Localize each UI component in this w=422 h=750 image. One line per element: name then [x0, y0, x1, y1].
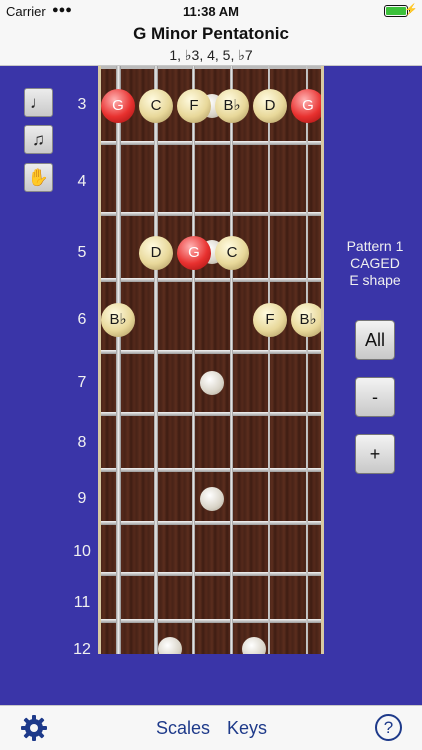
previous-pattern-button[interactable]: - [355, 377, 395, 417]
fret-inlay [158, 637, 182, 654]
hand-icon: ✋ [27, 168, 50, 187]
note-marker[interactable]: G [101, 89, 135, 123]
fret-wire [101, 572, 321, 576]
double-note-button[interactable]: ♫ [24, 125, 53, 154]
note-marker[interactable]: B♭ [101, 303, 135, 337]
string-1 [306, 66, 308, 654]
fret-wire [101, 212, 321, 216]
note-marker[interactable]: D [139, 236, 173, 270]
note-marker[interactable]: G [177, 236, 211, 270]
fret-wire [101, 412, 321, 416]
tab-scales[interactable]: Scales [156, 718, 210, 739]
note-marker[interactable]: B♭ [215, 89, 249, 123]
gear-icon[interactable] [20, 714, 48, 742]
string-6 [116, 66, 121, 654]
note-marker[interactable]: F [253, 303, 287, 337]
string-3 [230, 66, 233, 654]
all-patterns-button[interactable]: All [355, 320, 395, 360]
fret-number-6: 6 [77, 311, 87, 328]
fret-inlay [200, 371, 224, 395]
battery-fill [386, 7, 406, 15]
fret-number-5: 5 [77, 244, 87, 261]
fret-inlay [200, 487, 224, 511]
tab-keys[interactable]: Keys [227, 718, 267, 739]
string-4 [192, 66, 195, 654]
fret-number-11: 11 [73, 594, 91, 611]
string-5 [154, 66, 158, 654]
fret-wire [101, 468, 321, 472]
fret-wire [101, 350, 321, 354]
charging-icon: ⚡ [404, 4, 418, 16]
pattern-label: Pattern 1 CAGED E shape [330, 238, 420, 289]
fret-wire [101, 619, 321, 623]
note-marker[interactable]: C [139, 89, 173, 123]
note-marker[interactable]: F [177, 89, 211, 123]
note-marker[interactable]: B♭ [291, 303, 321, 337]
single-note-button[interactable]: ♩ [24, 88, 53, 117]
fretboard[interactable]: G C F B♭ D G D G C B♭ F B♭ [98, 66, 324, 654]
help-button[interactable]: ? [375, 714, 402, 741]
note-marker[interactable]: C [215, 236, 249, 270]
fret-number-3: 3 [77, 96, 87, 113]
status-bar: Carrier ●●● 11:38 AM ⚡ [0, 0, 422, 22]
tab-bar: Scales Keys ? [0, 705, 422, 750]
pattern-system: CAGED [350, 255, 400, 271]
fret-wire [101, 66, 321, 69]
fret-number-8: 8 [77, 434, 87, 451]
pattern-shape: E shape [349, 272, 401, 288]
title-bar: G Minor Pentatonic 1, ♭3, 4, 5, ♭7 [0, 22, 422, 66]
fret-wire [101, 521, 321, 525]
pattern-number: Pattern 1 [346, 238, 404, 254]
clock: 11:38 AM [183, 4, 239, 19]
hand-button[interactable]: ✋ [24, 163, 53, 192]
double-note-icon: ♫ [32, 130, 45, 149]
fret-wire [101, 278, 321, 282]
fret-number-7: 7 [77, 374, 87, 391]
fret-number-4: 4 [77, 173, 87, 190]
fret-number-10: 10 [73, 543, 91, 560]
note-marker[interactable]: D [253, 89, 287, 123]
single-note-icon: ♩ [30, 93, 47, 112]
fret-number-9: 9 [77, 490, 87, 507]
fret-inlay [242, 637, 266, 654]
next-pattern-button[interactable]: + [355, 434, 395, 474]
fret-number-12: 12 [73, 641, 91, 658]
fret-wire [101, 141, 321, 145]
scale-formula: 1, ♭3, 4, 5, ♭7 [169, 47, 253, 63]
note-marker[interactable]: G [291, 89, 321, 123]
string-2 [268, 66, 270, 654]
scale-title: G Minor Pentatonic [133, 24, 289, 43]
